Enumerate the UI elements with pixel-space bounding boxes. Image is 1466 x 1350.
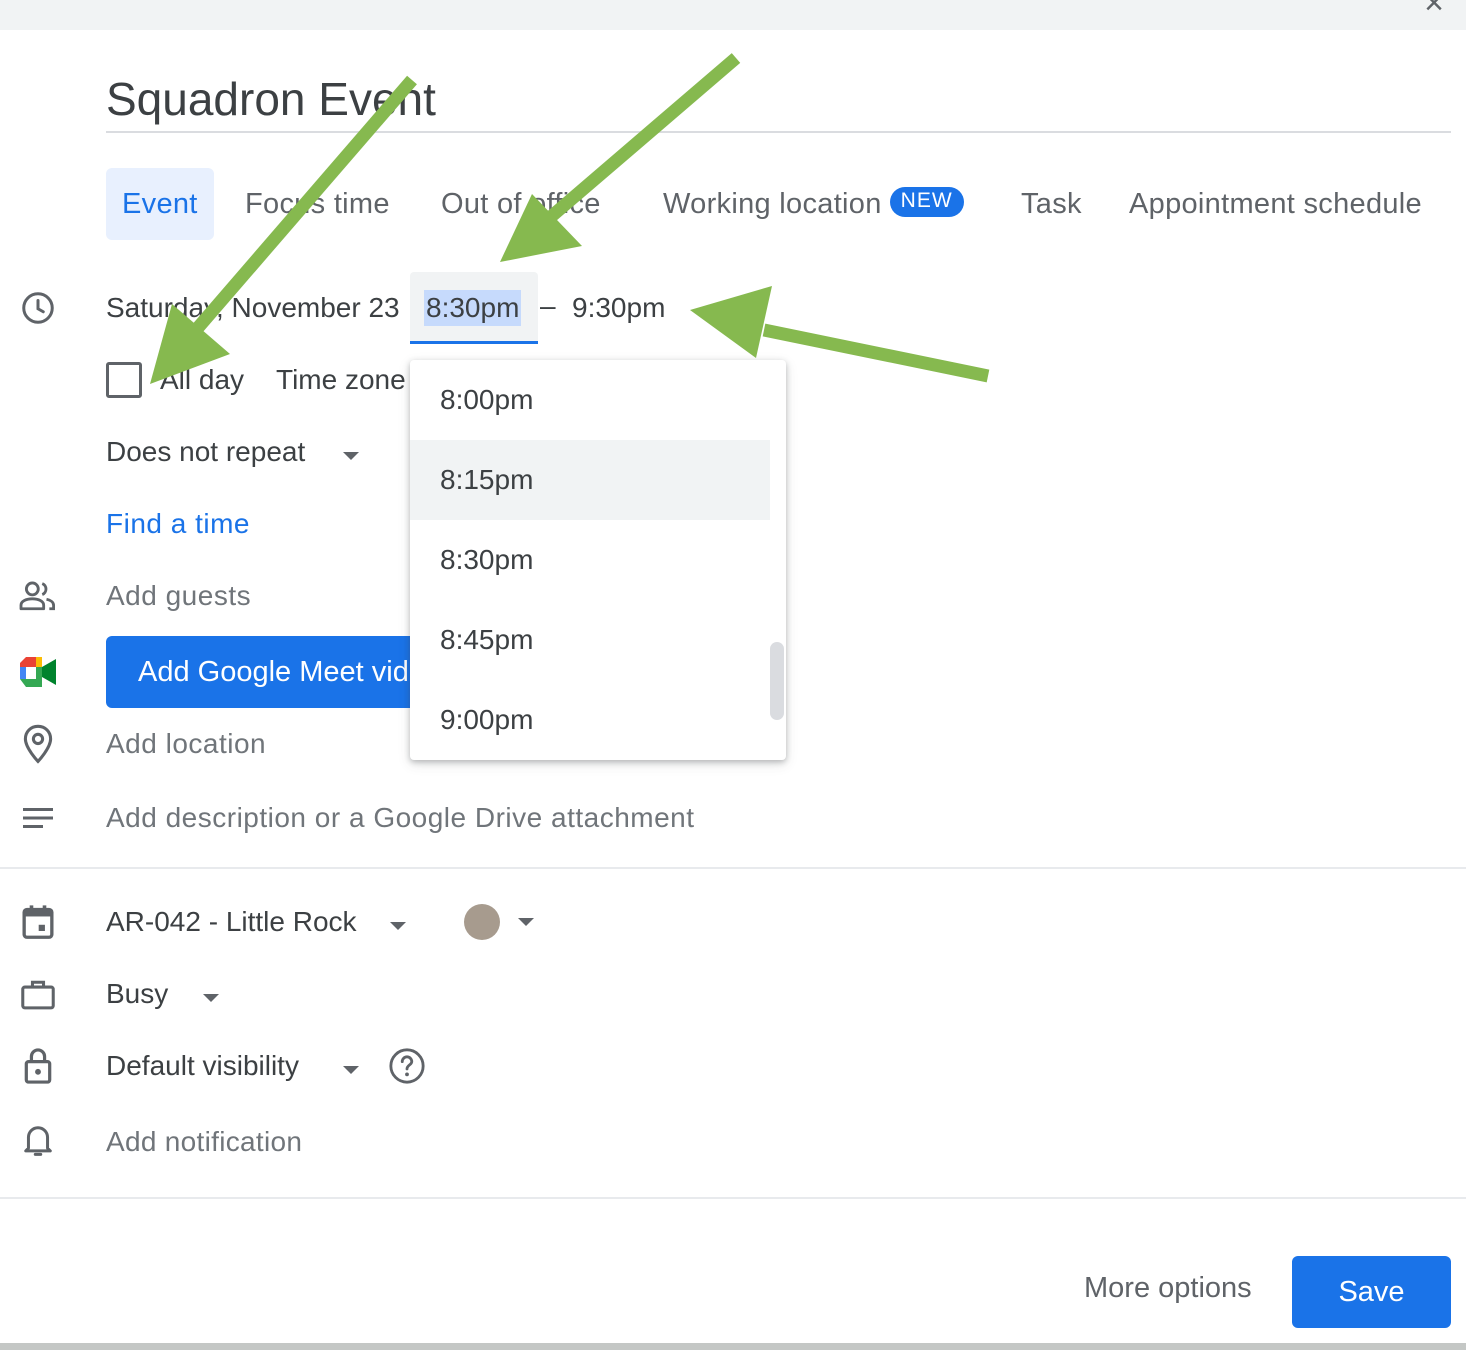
tab-working-location[interactable]: Working location NEW bbox=[663, 168, 964, 240]
visibility-label: Default visibility bbox=[106, 1050, 299, 1081]
chevron-down-icon[interactable] bbox=[518, 913, 534, 931]
tab-label: Appointment schedule bbox=[1129, 188, 1422, 220]
lock-icon bbox=[18, 1046, 58, 1086]
availability-select[interactable]: Busy bbox=[106, 978, 168, 1010]
tab-label: Event bbox=[122, 188, 198, 220]
tab-label: Task bbox=[1021, 188, 1082, 220]
visibility-select[interactable]: Default visibility bbox=[106, 1050, 299, 1082]
add-google-meet-button[interactable]: Add Google Meet video conferencing bbox=[106, 636, 426, 708]
time-zone-button[interactable]: Time zone bbox=[276, 364, 406, 396]
people-icon bbox=[18, 576, 58, 616]
time-option[interactable]: 8:15pm bbox=[410, 440, 770, 520]
end-time-field[interactable]: 9:30pm bbox=[572, 292, 665, 324]
time-option[interactable]: 9:00pm bbox=[410, 680, 770, 760]
add-notification-button[interactable]: Add notification bbox=[106, 1126, 302, 1158]
bell-icon bbox=[18, 1120, 58, 1160]
calendar-icon bbox=[18, 902, 58, 942]
time-option[interactable]: 8:30pm bbox=[410, 520, 770, 600]
event-title-input[interactable]: Squadron Event bbox=[106, 72, 436, 126]
start-time-value[interactable]: 8:30pm bbox=[424, 290, 522, 326]
tab-focus-time[interactable]: Focus time bbox=[245, 168, 390, 240]
new-badge: NEW bbox=[889, 187, 964, 218]
calendar-name: AR-042 - Little Rock bbox=[106, 906, 357, 937]
close-icon[interactable]: × bbox=[1424, 0, 1444, 20]
location-pin-icon bbox=[18, 724, 58, 764]
tab-label: Working location bbox=[663, 188, 882, 220]
title-underline bbox=[106, 131, 1451, 133]
add-description-input[interactable]: Add description or a Google Drive attach… bbox=[106, 802, 695, 834]
tab-label: Out of office bbox=[441, 188, 601, 220]
chevron-down-icon bbox=[343, 447, 359, 465]
find-a-time-link[interactable]: Find a time bbox=[106, 508, 250, 540]
tab-label: Focus time bbox=[245, 188, 390, 220]
save-button[interactable]: Save bbox=[1292, 1256, 1451, 1328]
footer-divider bbox=[0, 1197, 1466, 1199]
window-bottom-edge bbox=[0, 1343, 1466, 1350]
tab-out-of-office[interactable]: Out of office bbox=[441, 168, 601, 240]
tab-event[interactable]: Event bbox=[106, 168, 214, 240]
event-date[interactable]: Saturday, November 23 bbox=[106, 292, 400, 324]
time-separator: – bbox=[540, 290, 556, 321]
tab-appointment-schedule[interactable]: Appointment schedule bbox=[1129, 168, 1422, 240]
repeat-label: Does not repeat bbox=[106, 436, 306, 467]
chevron-down-icon bbox=[203, 989, 219, 1007]
more-options-button[interactable]: More options bbox=[1084, 1272, 1252, 1305]
section-divider bbox=[0, 867, 1466, 869]
briefcase-icon bbox=[18, 974, 58, 1014]
repeat-dropdown[interactable]: Does not repeat bbox=[106, 436, 305, 468]
description-icon bbox=[18, 798, 58, 838]
dialog-top-bar bbox=[0, 0, 1466, 30]
time-option[interactable]: 8:00pm bbox=[410, 360, 770, 440]
chevron-down-icon bbox=[390, 917, 406, 935]
add-location-input[interactable]: Add location bbox=[106, 728, 266, 760]
all-day-checkbox[interactable] bbox=[106, 362, 142, 398]
clock-icon bbox=[18, 288, 58, 328]
event-color-swatch[interactable] bbox=[464, 904, 500, 940]
all-day-label: All day bbox=[160, 364, 245, 395]
google-meet-icon bbox=[18, 652, 58, 692]
start-time-dropdown[interactable]: 8:00pm 8:15pm 8:30pm 8:45pm 9:00pm bbox=[410, 360, 786, 760]
availability-label: Busy bbox=[106, 978, 169, 1009]
calendar-select[interactable]: AR-042 - Little Rock bbox=[106, 906, 357, 938]
dropdown-scrollbar[interactable] bbox=[770, 642, 784, 720]
help-icon[interactable] bbox=[388, 1047, 426, 1085]
chevron-down-icon bbox=[343, 1061, 359, 1079]
tab-task[interactable]: Task bbox=[1021, 168, 1082, 240]
add-guests-input[interactable]: Add guests bbox=[106, 580, 251, 612]
time-option[interactable]: 8:45pm bbox=[410, 600, 770, 680]
